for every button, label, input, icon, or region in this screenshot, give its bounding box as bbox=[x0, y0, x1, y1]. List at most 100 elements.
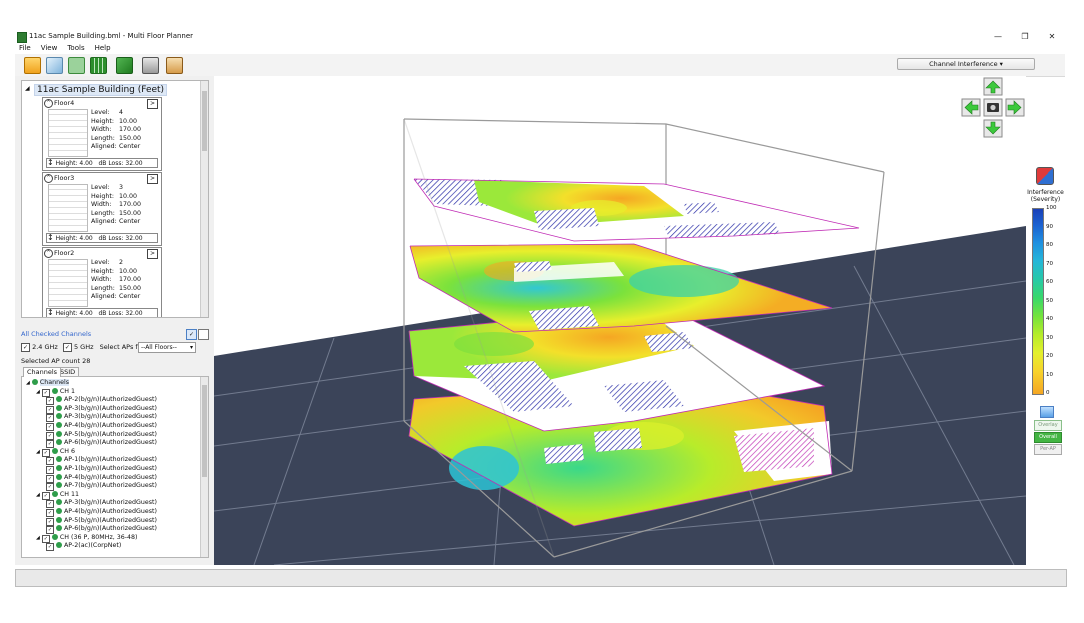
legend-tick: 40 bbox=[1046, 316, 1053, 322]
floor-open-button[interactable]: > bbox=[147, 249, 158, 259]
grid-view-icon[interactable] bbox=[90, 57, 107, 74]
cube-3d-icon[interactable] bbox=[46, 57, 63, 74]
legend-tick: 80 bbox=[1046, 242, 1053, 248]
print-icon[interactable] bbox=[142, 57, 159, 74]
tree-root[interactable]: ◢ Channels bbox=[26, 379, 69, 388]
ap-source-value: --All Floors-- bbox=[141, 344, 177, 351]
rotate-up-button[interactable] bbox=[983, 77, 1003, 96]
ap-node[interactable]: ✓ AP-2(b/g/n)(AuthorizedGuest) bbox=[46, 396, 157, 406]
channel-node[interactable]: ◢ ✓ CH (36 P, 80MHz, 36-48) bbox=[36, 533, 138, 543]
ap-node[interactable]: ✓ AP-5(b/g/n)(AuthorizedGuest) bbox=[46, 516, 157, 526]
legend-refresh-icon[interactable] bbox=[1036, 167, 1054, 185]
collapse-floor-icon[interactable]: ^ bbox=[44, 174, 53, 183]
expander-icon[interactable]: ◢ bbox=[36, 492, 40, 498]
channel-tree-rows: ◢ Channels ◢ ✓ CH 1 ✓ AP-2(b/g/n)(AuthorizedGu… bbox=[22, 379, 200, 555]
rotate-left-button[interactable] bbox=[961, 98, 981, 117]
node-checkbox[interactable]: ✓ bbox=[46, 543, 54, 552]
ap-icon bbox=[56, 465, 62, 471]
ap-node[interactable]: ✓ AP-3(b/g/n)(AuthorizedGuest) bbox=[46, 404, 157, 414]
snapshot-camera-button[interactable] bbox=[983, 98, 1003, 117]
node-label: AP-2(ac)(CorpNet) bbox=[64, 542, 122, 550]
ap-node[interactable]: ✓ AP-6(b/g/n)(AuthorizedGuest) bbox=[46, 439, 157, 449]
node-label: AP-5(b/g/n)(AuthorizedGuest) bbox=[64, 516, 157, 524]
minimize-button[interactable]: — bbox=[985, 30, 1011, 44]
floor-thumbnail[interactable] bbox=[48, 184, 88, 232]
building-tree-scrollbar[interactable] bbox=[200, 81, 208, 317]
3d-scene[interactable] bbox=[214, 76, 1026, 565]
ap-icon bbox=[51, 447, 58, 454]
close-button[interactable]: ✕ bbox=[1039, 30, 1065, 44]
ap-node[interactable]: ✓ AP-5(b/g/n)(AuthorizedGuest) bbox=[46, 430, 157, 440]
floor-card[interactable]: ^ Floor4 > Level: 4 Height: 10.00 Width: 17… bbox=[42, 97, 162, 171]
overall-button[interactable]: Overall bbox=[1034, 432, 1062, 443]
legend-home-icon[interactable] bbox=[1040, 406, 1054, 418]
menu-view[interactable]: View bbox=[41, 44, 58, 52]
rotate-right-button[interactable] bbox=[1005, 98, 1025, 117]
ap-node[interactable]: ✓ AP-2(ac)(CorpNet) bbox=[46, 542, 122, 552]
expander-icon[interactable]: ◢ bbox=[36, 389, 40, 395]
channel-node[interactable]: ◢ ✓ CH 11 bbox=[36, 490, 79, 500]
collapse-icon[interactable]: ◢ bbox=[25, 85, 30, 92]
export-icon[interactable] bbox=[116, 57, 133, 74]
ap-icon bbox=[56, 439, 62, 446]
node-label: AP-6(b/g/n)(AuthorizedGuest) bbox=[64, 525, 157, 533]
collapse-floor-icon[interactable]: ^ bbox=[44, 99, 53, 108]
uncheck-all-icon[interactable] bbox=[198, 329, 209, 340]
scrollbar-thumb[interactable] bbox=[202, 385, 207, 477]
expander-icon[interactable]: ◢ bbox=[26, 380, 30, 386]
floor-height-bar[interactable]: ↕ Height: 4.00 dB Loss: 32.00 bbox=[46, 233, 158, 243]
floor-thumbnail[interactable] bbox=[48, 109, 88, 157]
channels-header-label: All Checked Channels bbox=[21, 330, 92, 338]
floor-open-button[interactable]: > bbox=[147, 99, 158, 109]
ap-node[interactable]: ✓ AP-7(b/g/n)(AuthorizedGuest) bbox=[46, 482, 157, 492]
expander-icon[interactable]: ◢ bbox=[36, 535, 40, 541]
ap-node[interactable]: ✓ AP-3(b/g/n)(AuthorizedGuest) bbox=[46, 413, 157, 423]
per-ap-button[interactable]: Per-AP bbox=[1034, 444, 1062, 455]
channel-node[interactable]: ◢ ✓ CH 1 bbox=[36, 387, 75, 397]
overlay-button[interactable]: Overlay bbox=[1034, 420, 1062, 431]
maximize-button[interactable]: ❐ bbox=[1012, 30, 1038, 44]
ap-node[interactable]: ✓ AP-6(b/g/n)(AuthorizedGuest) bbox=[46, 525, 157, 535]
open-folder-icon[interactable] bbox=[24, 57, 41, 74]
menu-tools[interactable]: Tools bbox=[67, 44, 84, 52]
ap-source-select[interactable]: --All Floors-- ▾ bbox=[138, 342, 196, 353]
channel-tree-scrollbar[interactable] bbox=[200, 377, 208, 557]
building-title[interactable]: 11ac Sample Building (Feet) bbox=[34, 84, 168, 96]
ap-node[interactable]: ✓ AP-4(b/g/n)(AuthorizedGuest) bbox=[46, 473, 157, 483]
window-title: 11ac Sample Building.bml - Multi Floor P… bbox=[29, 32, 194, 40]
floor-height-bar[interactable]: ↕ Height: 4.00 dB Loss: 32.00 bbox=[46, 308, 158, 317]
floor-card[interactable]: ^ Floor3 > Level: 3 Height: 10.00 Width: 17… bbox=[42, 172, 162, 246]
floor-thumbnail[interactable] bbox=[48, 259, 88, 307]
ap-count: Selected AP count 28 bbox=[21, 357, 91, 365]
floor-height-bar[interactable]: ↕ Height: 4.00 dB Loss: 32.00 bbox=[46, 158, 158, 168]
floor-card[interactable]: ^ Floor2 > Level: 2 Height: 10.00 Width: 17… bbox=[42, 247, 162, 317]
legend-tick: 90 bbox=[1046, 223, 1053, 230]
node-label: AP-5(b/g/n)(AuthorizedGuest) bbox=[64, 430, 157, 438]
node-label: CH 6 bbox=[59, 447, 75, 455]
square-view-icon[interactable] bbox=[68, 57, 85, 74]
ap-node[interactable]: ✓ AP-3(b/g/n)(AuthorizedGuest) bbox=[46, 499, 157, 509]
ap-icon bbox=[56, 482, 62, 489]
ap-node[interactable]: ✓ AP-1(b/g/n)(AuthorizedGuest) bbox=[46, 456, 157, 466]
clipboard-icon[interactable] bbox=[166, 57, 183, 74]
floor-heatmap-4[interactable] bbox=[413, 178, 860, 242]
channel-node[interactable]: ◢ ✓ CH 6 bbox=[36, 447, 75, 457]
scrollbar-thumb[interactable] bbox=[202, 91, 207, 151]
collapse-floor-icon[interactable]: ^ bbox=[44, 249, 53, 258]
rotate-down-button[interactable] bbox=[983, 119, 1003, 138]
ap-node[interactable]: ✓ AP-4(b/g/n)(AuthorizedGuest) bbox=[46, 422, 157, 431]
view-mode-select[interactable]: Channel Interference ▾ bbox=[897, 58, 1035, 70]
floor-open-button[interactable]: > bbox=[147, 174, 158, 184]
tab-channels[interactable]: Channels bbox=[23, 367, 62, 377]
menu-file[interactable]: File bbox=[19, 44, 31, 52]
check-all-icon[interactable]: ✓ bbox=[186, 329, 197, 340]
node-label: AP-7(b/g/n)(AuthorizedGuest) bbox=[64, 482, 157, 490]
band-5-checkbox[interactable]: ✓ bbox=[62, 343, 72, 352]
node-label: AP-6(b/g/n)(AuthorizedGuest) bbox=[64, 439, 157, 447]
3d-viewport[interactable] bbox=[214, 76, 1026, 565]
ap-node[interactable]: ✓ AP-1(b/g/n)(AuthorizedGuest) bbox=[46, 465, 157, 474]
band-24-checkbox[interactable]: ✓ bbox=[21, 343, 30, 352]
menu-help[interactable]: Help bbox=[95, 44, 111, 52]
expander-icon[interactable]: ◢ bbox=[36, 449, 40, 455]
ap-node[interactable]: ✓ AP-4(b/g/n)(AuthorizedGuest) bbox=[46, 508, 157, 517]
